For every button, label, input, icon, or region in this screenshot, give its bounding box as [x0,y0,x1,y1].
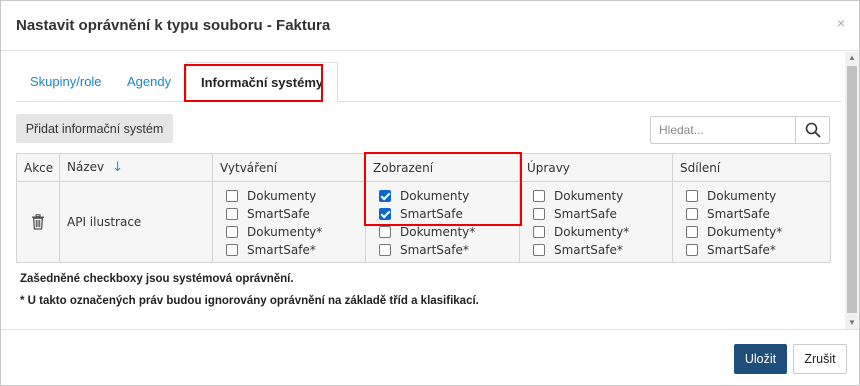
checkbox-unchecked[interactable] [226,244,238,256]
checkbox-unchecked[interactable] [686,208,698,220]
ignored-permissions-note: * U takto označených práv budou ignorová… [20,295,479,307]
column-header-edit: Úpravy [519,153,673,182]
permission-label: SmartSafe* [554,243,623,257]
permission-checkbox-item[interactable]: Dokumenty [680,187,823,205]
permission-label: Dokumenty* [554,225,630,239]
checkbox-unchecked[interactable] [533,226,545,238]
permissions-dialog: Nastavit oprávnění k typu souboru - Fakt… [0,0,860,386]
cancel-button[interactable]: Zrušit [793,344,847,374]
column-header-create: Vytváření [212,153,366,182]
create-permissions-cell: Dokumenty SmartSafe Dokumenty* SmartSafe* [212,181,366,263]
permission-checkbox-item[interactable]: SmartSafe* [373,241,512,259]
edit-permissions-cell: Dokumenty SmartSafe Dokumenty* SmartSafe* [519,181,673,263]
dialog-body: Skupiny/role Agendy Informační systémy P… [1,52,843,329]
arrow-down-icon: ↓ [112,160,124,175]
scroll-up-icon[interactable]: ▲ [845,52,859,64]
permission-checkbox-item[interactable]: SmartSafe [220,205,358,223]
checkbox-unchecked[interactable] [533,208,545,220]
permission-label: SmartSafe* [400,243,469,257]
checkbox-checked[interactable] [379,208,391,220]
permission-checkbox-item[interactable]: SmartSafe [373,205,512,223]
vertical-scrollbar[interactable]: ▲ ▼ [845,52,859,329]
permission-checkbox-item[interactable]: Dokumenty* [527,223,665,241]
permission-checkbox-item[interactable]: SmartSafe* [680,241,823,259]
checkbox-unchecked[interactable] [686,190,698,202]
permission-label: SmartSafe [554,207,617,221]
permission-checkbox-item[interactable]: Dokumenty* [220,223,358,241]
add-information-system-button[interactable]: Přidat informační systém [16,114,173,143]
column-header-name[interactable]: Název ↓ [59,153,213,182]
permission-label: SmartSafe [400,207,463,221]
tab-bar: Skupiny/role Agendy Informační systémy [16,62,841,103]
permission-checkbox-item[interactable]: SmartSafe [680,205,823,223]
row-name-cell: API ilustrace [59,181,213,263]
permission-label: Dokumenty* [400,225,476,239]
checkbox-checked[interactable] [379,190,391,202]
save-button[interactable]: Uložit [734,344,787,374]
row-actions-cell [16,181,60,263]
permission-label: Dokumenty* [707,225,783,239]
search-button[interactable] [795,116,830,144]
column-header-name-label: Název [67,160,105,174]
checkbox-unchecked[interactable] [533,244,545,256]
tab-groups-roles[interactable]: Skupiny/role [16,62,116,102]
permission-checkbox-item[interactable]: Dokumenty [373,187,512,205]
permission-label: Dokumenty [247,189,317,203]
column-header-view: Zobrazení [365,153,520,182]
checkbox-unchecked[interactable] [226,208,238,220]
system-permissions-note: Zašedněné checkboxy jsou systémová opráv… [20,273,294,285]
checkbox-unchecked[interactable] [379,226,391,238]
checkbox-unchecked[interactable] [686,244,698,256]
tab-information-systems[interactable]: Informační systémy [186,62,339,103]
permission-checkbox-item[interactable]: SmartSafe [527,205,665,223]
close-icon[interactable]: × [837,15,845,31]
permission-label: Dokumenty [707,189,777,203]
permissions-table: Akce Název ↓ Vytváření Zobrazení Úpravy S… [16,153,831,263]
permission-label: Dokumenty [400,189,470,203]
permission-checkbox-item[interactable]: SmartSafe* [220,241,358,259]
column-header-share: Sdílení [672,153,831,182]
dialog-title: Nastavit oprávnění k typu souboru - Fakt… [16,17,331,34]
scrollbar-thumb[interactable] [847,66,857,313]
permission-label: SmartSafe [707,207,770,221]
permission-label: SmartSafe* [247,243,316,257]
permission-checkbox-item[interactable]: Dokumenty [220,187,358,205]
column-header-actions: Akce [16,153,60,182]
permission-checkbox-item[interactable]: Dokumenty* [680,223,823,241]
checkbox-unchecked[interactable] [686,226,698,238]
permission-checkbox-item[interactable]: Dokumenty [527,187,665,205]
search-input[interactable] [650,116,796,144]
view-permissions-cell: Dokumenty SmartSafe Dokumenty* SmartSafe* [365,181,520,263]
permission-label: Dokumenty [554,189,624,203]
checkbox-unchecked[interactable] [226,190,238,202]
dialog-header: Nastavit oprávnění k typu souboru - Fakt… [1,1,859,51]
permission-label: Dokumenty* [247,225,323,239]
checkbox-unchecked[interactable] [379,244,391,256]
table-header-row: Akce Název ↓ Vytváření Zobrazení Úpravy S… [16,153,831,182]
tab-agendas[interactable]: Agendy [113,62,185,102]
dialog-footer: Uložit Zrušit [1,329,859,386]
checkbox-unchecked[interactable] [533,190,545,202]
search-icon [805,122,820,138]
scroll-down-icon[interactable]: ▼ [845,317,859,329]
table-row: API ilustrace Dokumenty SmartSafe Dokument… [16,181,831,263]
share-permissions-cell: Dokumenty SmartSafe Dokumenty* SmartSafe* [672,181,831,263]
permission-label: SmartSafe [247,207,310,221]
checkbox-unchecked[interactable] [226,226,238,238]
permission-label: SmartSafe* [707,243,776,257]
permission-checkbox-item[interactable]: Dokumenty* [373,223,512,241]
permission-checkbox-item[interactable]: SmartSafe* [527,241,665,259]
trash-icon[interactable] [31,214,45,230]
